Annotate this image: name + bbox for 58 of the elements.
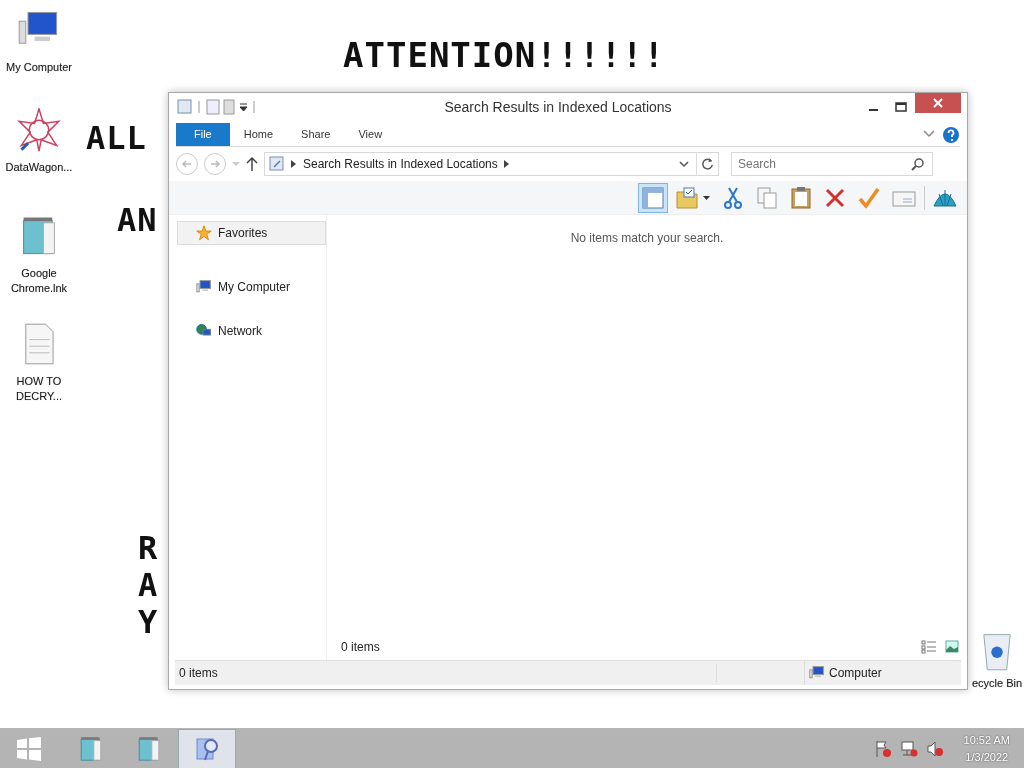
speaker-muted-icon[interactable] [925,739,944,758]
clock-time: 10:52 AM [963,732,1010,748]
checkmark-icon [857,185,881,210]
desktop-icon-label[interactable]: HOW TO DECRY... [0,374,78,404]
wallpaper-text: ATTENTION!!!!!! [343,34,666,77]
preview-pane-icon [641,185,665,210]
maximize-icon [895,102,907,112]
breadcrumb-arrow-icon [503,160,510,168]
file-menu-tab[interactable]: File [176,123,230,146]
desktop-icon-label[interactable]: Google Chrome.lnk [0,266,78,296]
breadcrumb-text[interactable]: Search Results in Indexed Locations [303,155,498,173]
address-bar[interactable]: Search Results in Indexed Locations [264,152,719,176]
empty-message: No items match your search. [569,230,725,247]
quick-access-icon [177,98,257,116]
navigation-item[interactable]: Favorites [177,221,326,245]
computer-icon [196,279,212,295]
toolbar-button[interactable] [638,182,668,213]
chevron-down-icon [678,158,690,170]
up-arrow-icon[interactable] [246,156,258,172]
window-title: Search Results in Indexed Locations [443,97,673,117]
star-icon [196,225,212,241]
close-button[interactable] [915,93,961,113]
taskbar-button[interactable] [178,728,236,768]
large-icons-view-icon[interactable] [945,640,959,654]
close-icon [933,98,943,108]
action-center-flag-icon[interactable] [873,739,892,758]
status-item-count: 0 items [175,664,717,682]
folder-check-icon [675,185,711,210]
forward-arrow-icon [209,158,221,170]
ribbon-tab[interactable]: Home [229,123,288,146]
starburst-icon [17,108,61,152]
search-field[interactable]: Search [731,152,933,176]
ribbon-tab[interactable]: Share [287,123,345,146]
desktop-icon-label[interactable]: DataWagon... [5,160,73,175]
details-view-icon[interactable] [921,640,937,654]
search-icon [911,157,925,171]
wallpaper-text: ALL [86,118,147,159]
windows-logo-icon [16,735,42,762]
ribbon-tab[interactable]: View [344,123,397,146]
clipboard-icon [789,185,813,210]
search-folder-icon [269,156,285,172]
desktop-icon-label[interactable]: ecycle Bin [971,676,1023,691]
minimize-icon [868,109,878,111]
navigation-item[interactable]: My Computer [177,275,326,299]
breadcrumb-arrow-icon [291,160,297,168]
computer-icon [809,665,825,681]
help-icon[interactable] [942,126,960,144]
wallpaper-text: AN [117,200,158,241]
network-warning-icon[interactable] [899,739,918,758]
navigation-item[interactable]: Network [177,319,326,343]
network-icon [196,323,212,339]
scissors-icon [721,185,745,210]
clock-date: 1/3/2022 [964,749,1010,765]
copy-icon [755,185,779,210]
back-arrow-icon [181,158,193,170]
item-count: 0 items [341,639,380,656]
status-location: Computer [829,665,882,682]
desktop-icon-label[interactable]: My Computer [6,60,72,75]
